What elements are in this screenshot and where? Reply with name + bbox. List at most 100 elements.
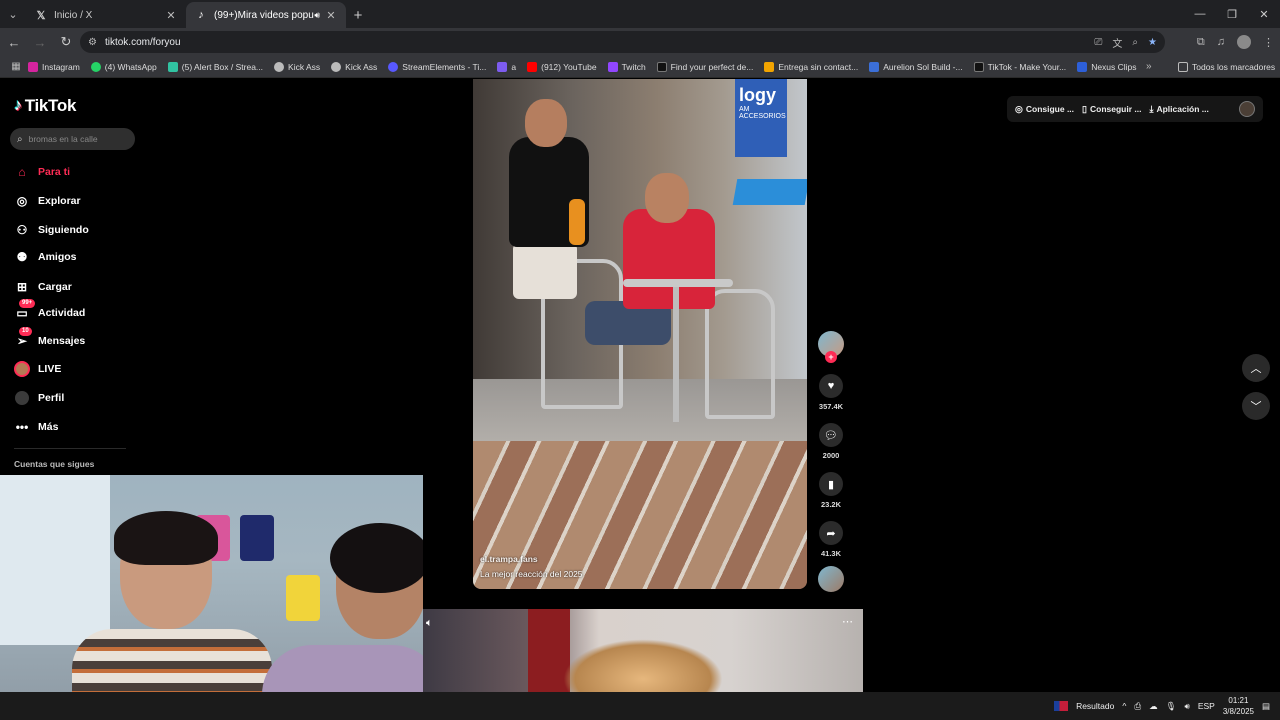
forward-icon[interactable]: →: [28, 30, 52, 54]
bookmark-instagram[interactable]: Instagram: [28, 61, 80, 72]
bookmarks-overflow-icon[interactable]: »: [1146, 61, 1152, 72]
language-indicator[interactable]: ESP: [1198, 701, 1215, 711]
music-disc-avatar[interactable]: [818, 566, 844, 592]
bookmark-twitch[interactable]: Twitch: [607, 61, 646, 72]
site-info-icon[interactable]: ⚙: [88, 37, 97, 48]
previous-video-button[interactable]: ︿: [1242, 354, 1270, 382]
follow-plus-icon[interactable]: +: [825, 351, 837, 363]
tiktok-logo-icon: ♪: [198, 9, 204, 21]
tab-search-icon[interactable]: ⌄: [0, 0, 26, 28]
tab-title: Inicio / X: [54, 9, 93, 21]
bookmark-aurelion[interactable]: Aurelion Sol Build -...: [869, 61, 963, 72]
volume-icon[interactable]: 🔈︎: [426, 617, 433, 630]
download-app-button[interactable]: ⤓ Aplicación ...: [1149, 104, 1208, 115]
message-icon: ➢ 10: [14, 327, 32, 349]
sidebar-item-amigos[interactable]: ⚉ Amigos: [14, 249, 77, 265]
sidebar-item-cargar[interactable]: ⊞ Cargar: [14, 279, 72, 295]
zoom-icon[interactable]: ⌕: [1132, 37, 1138, 48]
next-video-button[interactable]: ﹀: [1242, 392, 1270, 420]
extensions-icon[interactable]: ⧉: [1197, 36, 1205, 49]
friends-icon: ⚉: [16, 250, 28, 264]
new-tab-button[interactable]: +: [346, 2, 370, 28]
notifications-icon[interactable]: ▤: [1262, 701, 1270, 712]
browser-tab-strip: ⌄ 𝕏 Inicio / X ✕ ♪ (99+)Mira videos popu…: [0, 0, 1280, 28]
sidebar-item-live[interactable]: LIVE: [14, 361, 61, 377]
volume-icon[interactable]: 🔊︎: [1184, 701, 1189, 712]
delivery-icon: [764, 61, 775, 72]
bookmark-youtube[interactable]: (912) YouTube: [527, 61, 597, 72]
video-player[interactable]: logy AM ACCESORIOS el.trampa.fans La mejo…: [473, 79, 807, 589]
sidebar-item-siguiendo[interactable]: ⚇ Siguiendo: [14, 222, 89, 238]
url-text[interactable]: tiktok.com/foryou: [105, 37, 181, 48]
bookmark-whatsapp[interactable]: (4) WhatsApp: [90, 61, 157, 72]
more-options-icon[interactable]: ⋯: [842, 615, 853, 628]
search-icon: ⌕: [17, 133, 23, 145]
bookmark-tiktok[interactable]: TikTok - Make Your...: [973, 61, 1066, 72]
bookmark-find-perfect[interactable]: Find your perfect de...: [656, 61, 753, 72]
sidebar-item-para-ti[interactable]: ⌂ Para ti: [14, 164, 70, 180]
more-icon: •••: [15, 420, 29, 434]
next-video-hair: [563, 639, 723, 694]
install-app-icon[interactable]: ⎚: [1094, 37, 1102, 48]
bookmark-nexus[interactable]: Nexus Clips: [1077, 61, 1137, 72]
close-tab-icon[interactable]: ✕: [324, 9, 338, 22]
video-table: [623, 279, 733, 287]
apps-icon[interactable]: ▦: [4, 61, 28, 72]
sidebar-item-perfil[interactable]: Perfil: [14, 390, 64, 406]
all-bookmarks-folder[interactable]: Todos los marcadores: [1178, 61, 1275, 72]
bookmark-star-icon[interactable]: ★: [1148, 37, 1157, 48]
bookmark-icon: ▮: [827, 478, 835, 491]
share-arrow-icon: ➦: [826, 527, 836, 540]
sidebar-item-mensajes[interactable]: ➢ 10 Mensajes: [14, 327, 85, 349]
get-coins-button[interactable]: ◎ Consigue ...: [1015, 104, 1074, 115]
creator-avatar[interactable]: +: [818, 331, 844, 363]
sidebar-item-explorar[interactable]: ◎ Explorar: [14, 193, 81, 209]
comment-button[interactable]: 💬︎: [819, 423, 843, 447]
microphone-icon[interactable]: 🎙︎: [1166, 701, 1177, 712]
streamelements-icon: [388, 61, 399, 72]
bookmark-alert-box[interactable]: (5) Alert Box / Strea...: [167, 61, 263, 72]
speaker-icon[interactable]: 🔊︎: [314, 10, 320, 21]
network-icon[interactable]: ⎙: [1134, 701, 1141, 712]
get-app-button[interactable]: ▯ Conseguir ...: [1082, 104, 1141, 115]
video-username[interactable]: el.trampa.fans: [480, 554, 583, 564]
translate-icon[interactable]: 文: [1112, 35, 1122, 50]
tiktok-logo[interactable]: ♪ TikTok: [14, 96, 76, 116]
chevron-up-icon: ︿: [1250, 363, 1262, 375]
bookmark-kick-ass-2[interactable]: Kick Ass: [331, 61, 377, 72]
close-window-icon[interactable]: ✕: [1248, 0, 1280, 28]
back-icon[interactable]: ←: [2, 30, 26, 54]
share-button[interactable]: ➦: [819, 521, 843, 545]
sidebar-item-mas[interactable]: ••• Más: [14, 419, 59, 435]
video-action-rail: + ♥ 357.4K 💬︎ 2000 ▮ 23.2K ➦ 41.3K: [817, 331, 845, 592]
minimize-icon[interactable]: —: [1184, 0, 1216, 28]
tab-x[interactable]: 𝕏 Inicio / X ✕: [26, 2, 186, 28]
bookmark-a[interactable]: a: [497, 61, 516, 72]
address-bar[interactable]: ⚙ tiktok.com/foryou ⎚ 文 ⌕ ★: [80, 31, 1165, 53]
close-tab-icon[interactable]: ✕: [164, 9, 178, 22]
clock[interactable]: 01:21 3/8/2025: [1223, 695, 1254, 717]
tab-tiktok[interactable]: ♪ (99+)Mira videos populares 🔊︎ ✕: [186, 2, 346, 28]
bookmark-kick-ass[interactable]: Kick Ass: [274, 61, 320, 72]
profile-avatar[interactable]: [1237, 35, 1251, 49]
next-video-player[interactable]: 🔈︎ ⋯: [423, 609, 863, 694]
media-icon[interactable]: ♫: [1217, 36, 1225, 48]
reload-icon[interactable]: ↻: [54, 30, 78, 54]
news-widget-label[interactable]: Resultado: [1076, 701, 1114, 711]
save-button[interactable]: ▮: [819, 472, 843, 496]
restore-icon[interactable]: ❐: [1216, 0, 1248, 28]
coin-icon: ◎: [1015, 103, 1023, 114]
menu-icon[interactable]: ⋮: [1263, 36, 1274, 49]
bookmark-entrega[interactable]: Entrega sin contact...: [764, 61, 858, 72]
search-input[interactable]: ⌕ bromas en la calle: [10, 128, 135, 150]
user-avatar[interactable]: [1239, 101, 1255, 117]
video-man-black-legs: [513, 243, 577, 299]
heart-icon: ♥: [827, 380, 835, 392]
like-button[interactable]: ♥: [819, 374, 843, 398]
cloud-icon[interactable]: ☁: [1149, 701, 1158, 712]
following-icon: ⚇: [16, 223, 28, 237]
bookmark-streamelements[interactable]: StreamElements - Ti...: [388, 61, 486, 72]
share-count: 41.3K: [820, 549, 841, 558]
sidebar-item-actividad[interactable]: ▭ 99+ Actividad: [14, 299, 85, 321]
chevron-up-icon[interactable]: ^: [1122, 701, 1126, 711]
